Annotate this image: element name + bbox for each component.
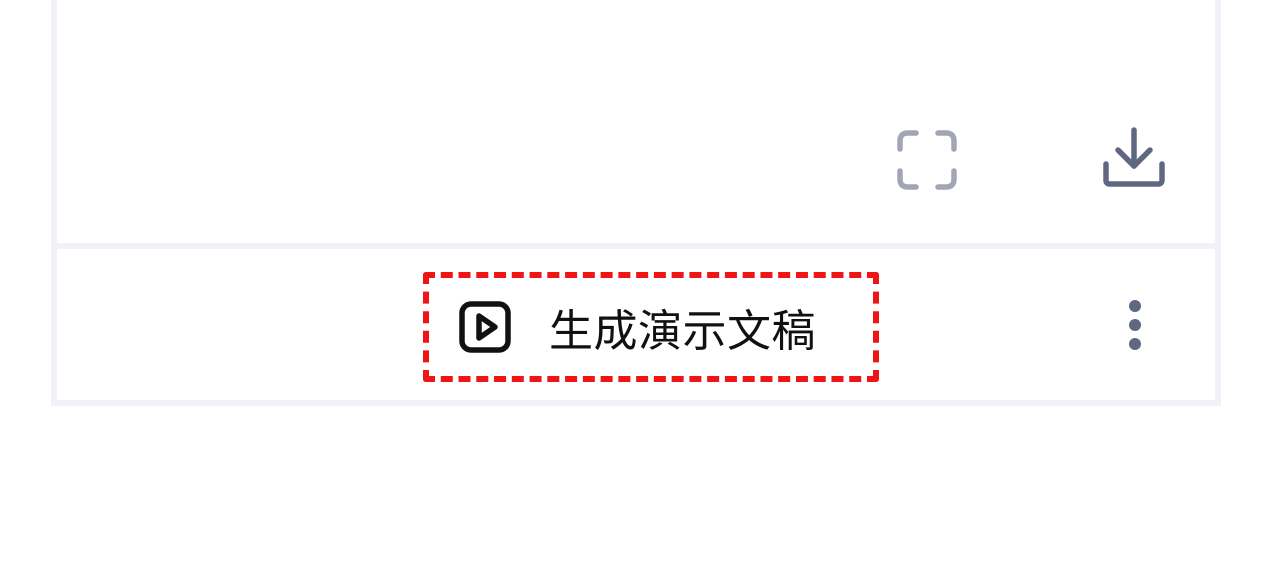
fullscreen-button[interactable] [895, 128, 959, 192]
preview-card: 生成演示文稿 [51, 0, 1221, 406]
fullscreen-icon [897, 130, 957, 190]
generate-presentation-button[interactable]: 生成演示文稿 [423, 272, 879, 382]
download-icon [1103, 127, 1165, 187]
more-vertical-icon [1129, 300, 1141, 350]
play-square-icon [457, 299, 513, 355]
more-options-button[interactable] [1107, 290, 1163, 360]
section-divider [57, 243, 1215, 249]
download-button[interactable] [1102, 126, 1166, 190]
generate-presentation-label: 生成演示文稿 [549, 306, 816, 357]
